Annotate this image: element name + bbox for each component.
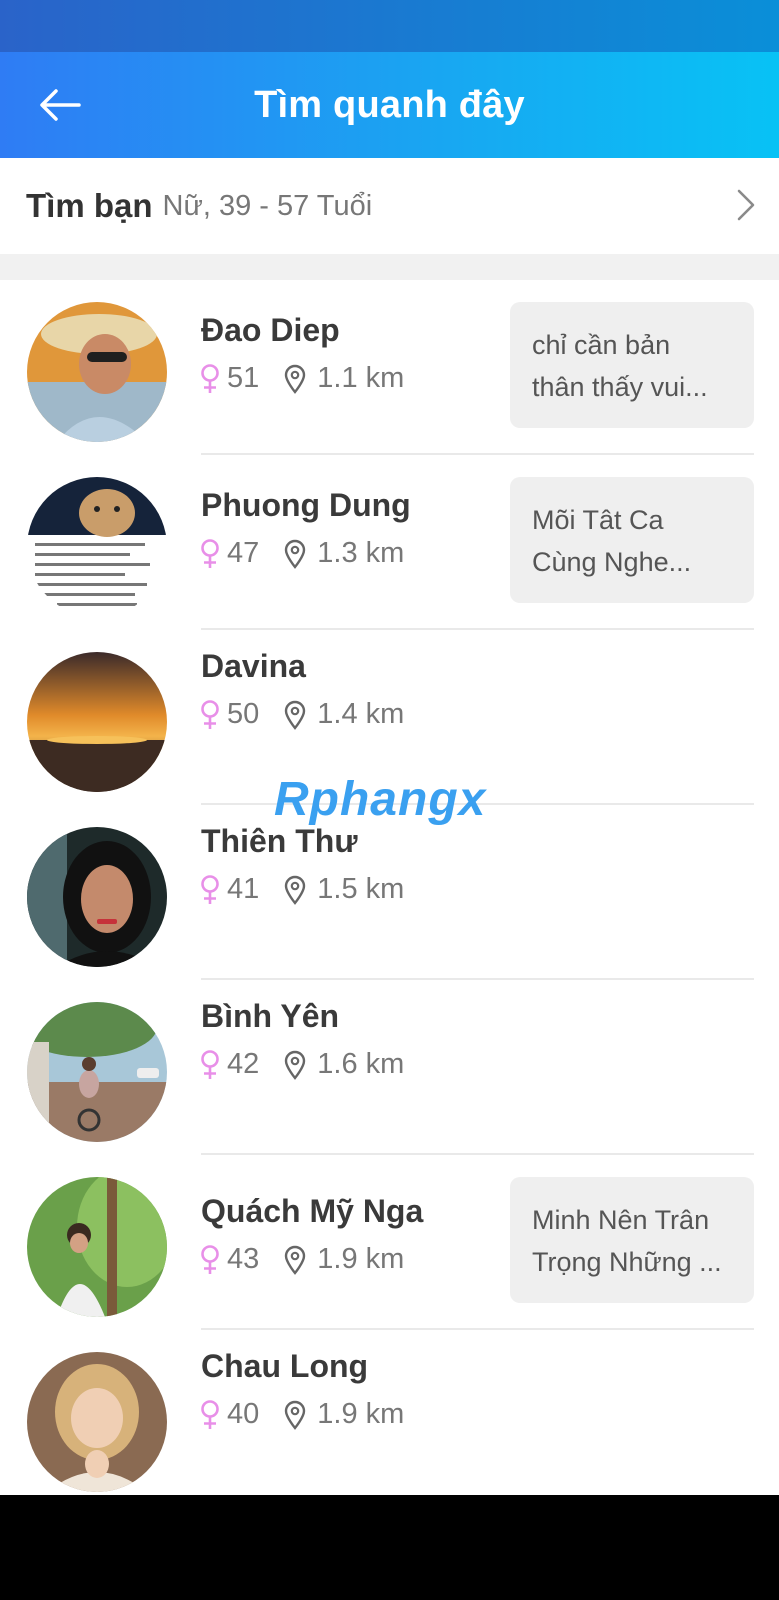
user-meta: 43 1.9 km — [199, 1243, 404, 1276]
user-name: Thiên Thư — [201, 823, 358, 859]
user-age: 47 — [227, 537, 260, 569]
user-age: 43 — [227, 1243, 260, 1275]
user-list-item[interactable]: Phuong Dung 47 1.3 km Mõi Tât Ca Cùng Ng… — [0, 455, 779, 630]
status-text: chỉ cần bản — [532, 330, 671, 360]
user-list: Đao Diep 51 1.1 km chỉ cần bản thân thấy… — [0, 280, 779, 1495]
avatar — [27, 1177, 167, 1317]
user-age: 51 — [227, 362, 260, 394]
user-list-item[interactable]: Thiên Thư 41 1.5 km — [0, 805, 779, 980]
user-list-item[interactable]: Quách Mỹ Nga 43 1.9 km Minh Nên Trân Trọ… — [0, 1155, 779, 1330]
user-age: 41 — [227, 873, 260, 905]
female-icon — [201, 1399, 219, 1429]
female-icon — [201, 363, 219, 393]
female-icon — [201, 1049, 219, 1079]
user-distance: 1.5 km — [317, 873, 405, 905]
page-title: Tìm quanh đây — [254, 83, 525, 126]
section-separator — [0, 254, 779, 280]
status-text: thân thấy vui... — [532, 372, 708, 402]
female-icon — [201, 538, 219, 568]
user-meta: 51 1.1 km — [199, 362, 404, 395]
user-meta: 50 1.4 km — [199, 698, 404, 731]
status-bar — [0, 0, 779, 52]
status-text: Cùng Nghe... — [532, 547, 692, 577]
avatar — [27, 827, 167, 967]
back-button[interactable] — [28, 78, 92, 132]
user-name: Quách Mỹ Nga — [201, 1193, 424, 1229]
user-meta: 41 1.5 km — [199, 873, 404, 906]
location-pin-icon — [285, 1245, 306, 1275]
user-age: 50 — [227, 698, 260, 730]
user-name: Bình Yên — [201, 998, 340, 1034]
user-list-item[interactable]: Chau Long 40 1.9 km — [0, 1330, 779, 1495]
filter-row[interactable]: Tìm bạn Nữ, 39 - 57 Tuổi — [0, 158, 779, 254]
chevron-right-icon — [737, 189, 755, 221]
user-age: 40 — [227, 1398, 260, 1430]
status-text: Trọng Những ... — [532, 1247, 722, 1277]
user-distance: 1.9 km — [317, 1243, 405, 1275]
user-distance: 1.9 km — [317, 1398, 405, 1430]
avatar — [27, 1352, 167, 1492]
location-pin-icon — [285, 539, 306, 569]
status-text: Minh Nên Trân — [532, 1205, 710, 1235]
user-meta: 47 1.3 km — [199, 537, 404, 570]
user-name: Đao Diep — [201, 312, 340, 348]
status-bubble: Mõi Tât Ca Cùng Nghe... — [510, 477, 754, 603]
status-bubble: Minh Nên Trân Trọng Những ... — [510, 1177, 754, 1303]
arrow-left-icon — [40, 89, 81, 121]
avatar — [27, 652, 167, 792]
system-nav-bar — [0, 1495, 779, 1600]
filter-detail: Nữ, 39 - 57 Tuổi — [162, 189, 373, 222]
user-meta: 42 1.6 km — [199, 1048, 404, 1081]
location-pin-icon — [285, 875, 306, 905]
user-list-item[interactable]: Bình Yên 42 1.6 km — [0, 980, 779, 1155]
watermark: Rphangx — [274, 773, 487, 826]
user-distance: 1.4 km — [317, 698, 405, 730]
user-name: Davina — [201, 648, 306, 684]
user-distance: 1.3 km — [317, 537, 405, 569]
user-meta: 40 1.9 km — [199, 1398, 404, 1431]
app-header: Tìm quanh đây — [0, 52, 779, 158]
status-text: Mõi Tât Ca — [532, 505, 664, 535]
avatar — [27, 477, 167, 617]
avatar — [27, 302, 167, 442]
location-pin-icon — [285, 700, 306, 730]
user-list-item[interactable]: Đao Diep 51 1.1 km chỉ cần bản thân thấy… — [0, 280, 779, 455]
filter-title: Tìm bạn — [26, 187, 153, 224]
location-pin-icon — [285, 1400, 306, 1430]
user-distance: 1.6 km — [317, 1048, 405, 1080]
user-name: Phuong Dung — [201, 487, 411, 523]
location-pin-icon — [285, 364, 306, 394]
user-name: Chau Long — [201, 1348, 369, 1384]
female-icon — [201, 699, 219, 729]
status-bubble: chỉ cần bản thân thấy vui... — [510, 302, 754, 428]
user-age: 42 — [227, 1048, 260, 1080]
avatar — [27, 1002, 167, 1142]
female-icon — [201, 874, 219, 904]
location-pin-icon — [285, 1050, 306, 1080]
user-distance: 1.1 km — [317, 362, 405, 394]
female-icon — [201, 1244, 219, 1274]
